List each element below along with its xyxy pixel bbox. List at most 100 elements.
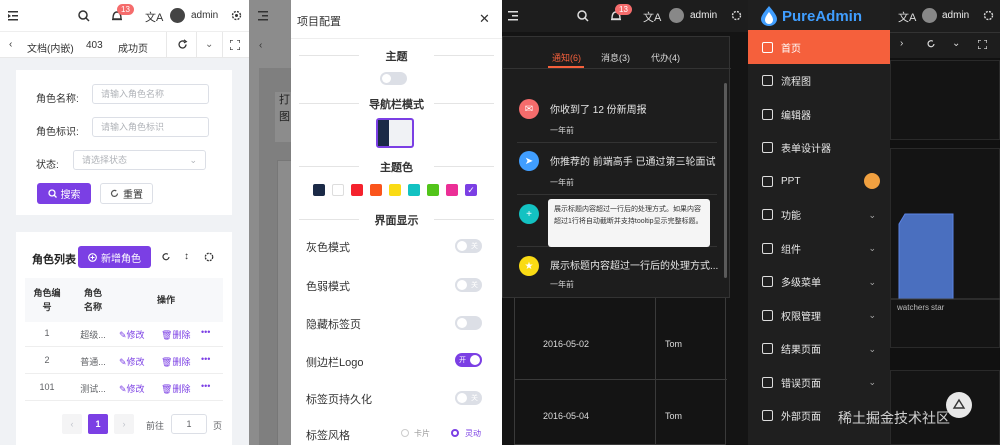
nav-mode-vertical[interactable] [376,118,414,148]
gear-icon[interactable] [731,10,742,21]
status-select[interactable]: 请选择状态 ⌄ [73,150,206,170]
delete-button[interactable]: 🗑删除 [161,355,190,368]
search-icon[interactable] [577,10,589,22]
chevron-down-icon: ⌄ [868,243,876,253]
menu-item[interactable]: 流程图 [748,64,890,98]
theme-color-swatch[interactable] [446,184,458,196]
scrollbar[interactable] [724,83,727,278]
option-label: 色弱模式 [306,281,350,293]
radio-smart[interactable] [451,429,459,437]
refresh-icon[interactable] [177,39,188,50]
x-axis-label: watchers [897,303,930,312]
chevron-down-icon: ⌄ [868,377,876,387]
translate-icon[interactable]: 文A [145,9,163,25]
theme-color-swatch[interactable] [408,184,420,196]
gear-icon[interactable] [204,252,214,262]
more-button[interactable]: ••• [201,381,210,391]
tag-item[interactable]: 成功页 [118,40,148,55]
menu-item[interactable]: 功能 ⌄ [748,198,890,232]
chevron-down-icon[interactable]: ⌄ [952,38,960,49]
username[interactable]: admin [690,10,717,21]
avatar[interactable] [170,8,185,23]
menu-item[interactable]: 多级菜单 ⌄ [748,265,890,299]
menu-item[interactable]: 错误页面 ⌄ [748,365,890,399]
translate-icon[interactable]: 文A [643,9,661,25]
tab-todo[interactable]: 代办(4) [651,51,680,64]
menu-item[interactable]: 权限管理 ⌄ [748,298,890,332]
hide-tabs-switch[interactable] [455,316,482,330]
avatar[interactable] [669,8,684,23]
refresh-icon[interactable] [926,39,936,49]
menu-item[interactable]: PPT [748,164,890,198]
delete-button[interactable]: 🗑删除 [161,382,190,395]
tab-message[interactable]: 消息(3) [601,51,630,64]
menu-item[interactable]: 编辑器 [748,97,890,131]
grey-mode-switch[interactable]: 关 [455,239,482,253]
reset-button[interactable]: 重置 [100,183,153,204]
username[interactable]: admin [942,10,969,21]
more-button[interactable]: ••• [201,354,210,364]
menu-fold-icon[interactable] [8,11,20,21]
brand-name[interactable]: PureAdmin [782,8,862,25]
theme-color-swatch[interactable] [332,184,344,196]
top-navbar: 13 文A admin [502,0,748,32]
menu-item-icon [762,343,773,354]
fullscreen-icon[interactable] [978,40,987,49]
menu-item-icon [762,309,773,321]
prev-page-button[interactable]: ‹ [62,414,82,434]
chevron-down-icon[interactable]: ⌄ [205,39,213,50]
tag-item[interactable]: 403 [86,40,103,51]
menu-fold-icon[interactable] [508,11,520,21]
theme-color-swatch[interactable] [351,184,363,196]
chevron-left-icon[interactable]: ‹ [9,39,12,50]
menu-item[interactable]: 表单设计器 [748,131,890,165]
radio-card[interactable] [401,429,409,437]
close-icon[interactable]: ✕ [479,11,490,27]
fullscreen-icon[interactable] [230,40,240,50]
tabs-persist-switch[interactable]: 关 [455,391,482,405]
theme-color-swatch[interactable] [389,184,401,196]
theme-color-swatch[interactable] [427,184,439,196]
tab-notice[interactable]: 通知(6) [552,51,581,64]
theme-color-swatch[interactable] [370,184,382,196]
weak-mode-switch[interactable]: 关 [455,278,482,292]
theme-color-swatch[interactable]: ✓ [465,184,477,196]
gear-icon[interactable] [983,10,994,21]
role-name-input[interactable]: 请输入角色名称 [92,84,209,104]
menu-item-label: 结果页面 [781,345,821,356]
goto-label: 前往 [146,421,165,431]
menu-item-icon [762,75,773,86]
search-button[interactable]: 搜索 [37,183,91,204]
menu-item-label: 组件 [781,244,801,256]
chevron-left-icon[interactable]: › [900,38,903,49]
refresh-icon[interactable] [161,252,171,262]
next-page-button[interactable]: › [114,414,134,434]
more-button[interactable]: ••• [201,327,210,337]
settings-panel: ‹ 打图 项目配置 ✕ 主题 导航栏模式 主题色 ✓ 界面显示 灰色模式 关 色… [249,0,502,445]
edit-button[interactable]: ✎修改 [119,355,145,368]
username[interactable]: admin [191,10,218,21]
menu-item[interactable]: 首页 [748,30,890,64]
search-icon[interactable] [78,10,90,22]
theme-toggle[interactable] [380,72,407,85]
sidebar-logo-switch[interactable]: 开 [455,353,482,367]
edit-button[interactable]: ✎修改 [119,328,145,341]
x-axis-label: star [931,303,945,312]
overlay-mask[interactable]: ‹ 打图 [249,0,291,445]
plus-circle-icon [88,252,97,262]
edit-button[interactable]: ✎修改 [119,382,145,395]
translate-icon[interactable]: 文A [898,9,916,25]
theme-color-swatch[interactable] [313,184,325,196]
tag-item[interactable]: 文档(内嵌) [27,40,74,55]
menu-item[interactable]: 结果页面 ⌄ [748,332,890,366]
delete-button[interactable]: 🗑删除 [161,328,190,341]
role-code-input[interactable]: 请输入角色标识 [92,117,209,137]
menu-item[interactable]: 组件 ⌄ [748,231,890,265]
density-icon[interactable]: ↕ [184,251,189,262]
avatar[interactable] [922,8,937,23]
gear-icon[interactable] [231,10,242,21]
logo-icon[interactable] [760,6,778,26]
current-page[interactable]: 1 [88,414,108,434]
add-role-button[interactable]: 新增角色 [78,246,151,268]
goto-input[interactable]: 1 [171,414,207,434]
